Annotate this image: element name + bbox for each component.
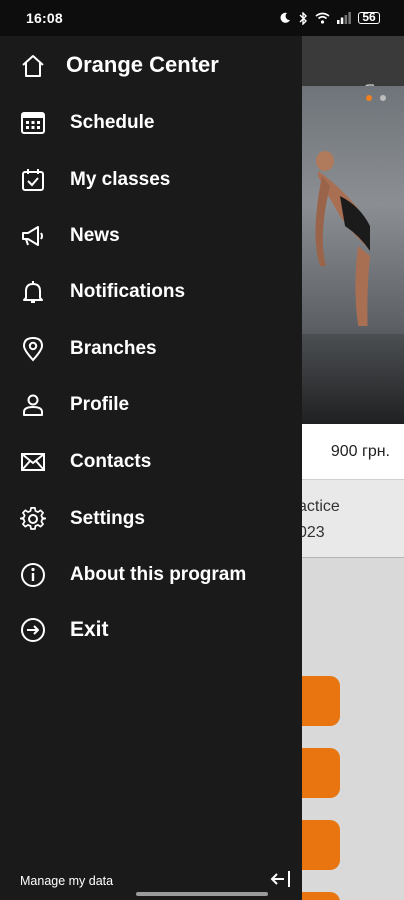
calendar-grid-icon	[20, 110, 46, 136]
signal-icon	[337, 12, 351, 24]
menu-label: Contacts	[70, 451, 152, 472]
drawer-header[interactable]: Orange Center	[0, 36, 302, 96]
carousel-dots	[366, 95, 386, 101]
yoga-figure-image	[315, 151, 370, 326]
class-card-date: 023	[298, 524, 325, 541]
menu-label: Notifications	[70, 281, 186, 302]
exit-icon	[20, 617, 46, 643]
menu-label: About this program	[70, 564, 247, 585]
moon-icon	[280, 12, 290, 23]
menu-item-contacts[interactable]: Contacts	[0, 437, 302, 487]
status-bar: 16:08 56	[0, 0, 404, 36]
menu-item-schedule[interactable]: Schedule	[0, 98, 302, 148]
menu-item-about[interactable]: About this program	[0, 550, 302, 600]
menu-label: News	[70, 225, 120, 246]
hero-image	[290, 86, 404, 424]
calendar-check-icon	[20, 167, 46, 193]
megaphone-icon	[20, 223, 46, 249]
menu-label: Schedule	[70, 112, 155, 133]
menu-label: Exit	[70, 618, 109, 641]
gear-icon	[20, 506, 46, 532]
class-card[interactable]: actice 023	[290, 480, 404, 558]
menu-item-my-classes[interactable]: My classes	[0, 155, 302, 205]
menu-item-branches[interactable]: Branches	[0, 324, 302, 374]
navigation-drawer: Orange Center Schedule My classes News N…	[0, 36, 302, 900]
menu-label: My classes	[70, 169, 171, 190]
menu-item-profile[interactable]: Profile	[0, 380, 302, 430]
info-icon	[20, 562, 46, 588]
bluetooth-icon	[299, 11, 307, 25]
drawer-title: Orange Center	[66, 52, 219, 77]
map-pin-icon	[20, 336, 46, 362]
battery-icon: 56	[358, 11, 380, 24]
menu-label: Branches	[70, 338, 157, 359]
status-time: 16:08	[26, 10, 63, 26]
bell-icon	[20, 279, 46, 305]
price-row: 900 грн.	[290, 424, 404, 480]
price-text: 900 грн.	[330, 443, 390, 460]
carousel-dot-active[interactable]	[366, 95, 372, 101]
class-card-title: actice	[298, 498, 340, 515]
manage-data-link[interactable]: Manage my data	[20, 874, 113, 888]
collapse-left-icon[interactable]	[270, 868, 292, 890]
menu-item-exit[interactable]: Exit	[0, 605, 302, 655]
home-indicator[interactable]	[136, 892, 268, 896]
person-icon	[20, 392, 46, 418]
menu-label: Profile	[70, 394, 130, 415]
wifi-icon	[315, 12, 330, 24]
menu-item-news[interactable]: News	[0, 211, 302, 261]
envelope-icon	[20, 449, 46, 475]
status-icons: 56	[279, 11, 380, 25]
home-icon	[20, 53, 46, 79]
menu-item-settings[interactable]: Settings	[0, 494, 302, 544]
menu-label: Settings	[70, 508, 145, 529]
menu-item-notifications[interactable]: Notifications	[0, 267, 302, 317]
carousel-dot[interactable]	[380, 95, 386, 101]
